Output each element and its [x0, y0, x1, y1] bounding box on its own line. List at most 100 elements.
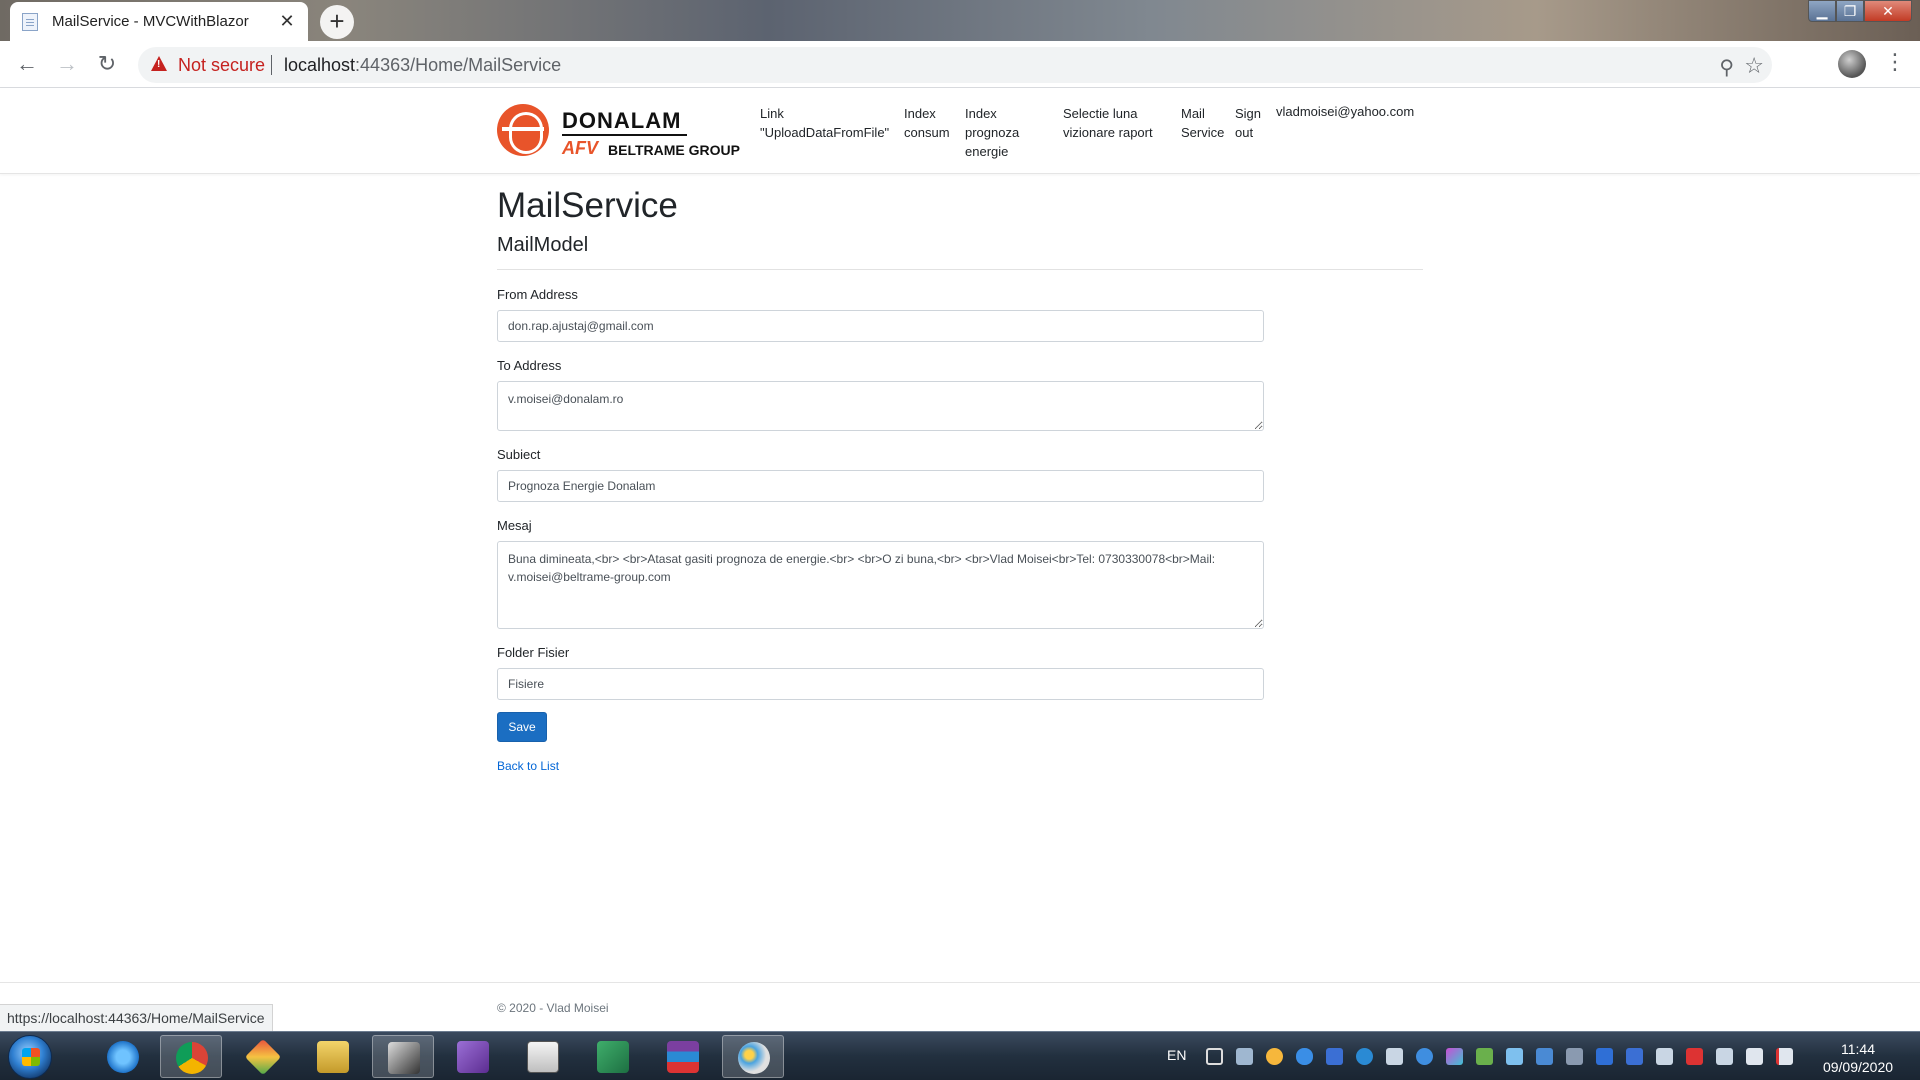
taskbar-app[interactable]	[302, 1035, 364, 1078]
clock-time: 11:44	[1841, 1041, 1875, 1057]
url-text[interactable]: localhost:44363/Home/MailService	[284, 55, 561, 76]
nav-line: Index	[965, 106, 997, 121]
browser-tab[interactable]: MailService - MVCWithBlazor ✕	[10, 2, 308, 41]
logo-group: BELTRAME GROUP	[608, 142, 740, 158]
taskbar-app[interactable]	[160, 1035, 222, 1078]
tab-title: MailService - MVCWithBlazor	[52, 13, 249, 30]
reload-icon[interactable]: ↻	[92, 49, 122, 79]
taskbar-app[interactable]	[92, 1035, 154, 1078]
nav-line: Link	[760, 106, 784, 121]
tray-icon-onedrive[interactable]	[1296, 1048, 1313, 1065]
nav-link-selectie-luna[interactable]: Selectie luna vizionare raport	[1063, 104, 1153, 142]
tray-icon-notification[interactable]	[1266, 1048, 1283, 1065]
taskbar-app[interactable]	[442, 1035, 504, 1078]
excel-icon	[597, 1041, 629, 1073]
paint-icon	[738, 1042, 770, 1074]
back-arrow-icon[interactable]: ←	[12, 49, 42, 79]
logo-underline	[562, 134, 687, 136]
window-controls: ▁ ❐ ✕	[1808, 0, 1912, 22]
tray-icon-teamviewer[interactable]	[1356, 1048, 1373, 1065]
clock-date: 09/09/2020	[1822, 1059, 1894, 1075]
page-subtitle: MailModel	[497, 234, 589, 256]
nav-line: Mail	[1181, 106, 1205, 121]
tray-icon-usb[interactable]	[1476, 1048, 1493, 1065]
folder-label: Folder Fisier	[497, 645, 570, 660]
forward-arrow-icon[interactable]: →	[52, 49, 82, 79]
user-email: vladmoisei@yahoo.com	[1276, 104, 1415, 119]
new-tab-button[interactable]: +	[320, 5, 354, 39]
from-address-label: From Address	[497, 287, 578, 302]
tray-icon-screen[interactable]	[1536, 1048, 1553, 1065]
close-tab-icon[interactable]: ✕	[278, 11, 296, 32]
tray-icon-app[interactable]	[1446, 1048, 1463, 1065]
logo-emblem-icon	[497, 104, 549, 156]
calculator-icon	[527, 1041, 559, 1073]
internet-explorer-icon	[107, 1041, 139, 1073]
nav-line: "UploadDataFromFile"	[760, 125, 890, 140]
windows-taskbar: EN 11:44 09/09/2020	[0, 1031, 1920, 1080]
tray-icon-music[interactable]	[1506, 1048, 1523, 1065]
menu-kebab-icon[interactable]: ⋮	[1884, 49, 1906, 75]
address-bar[interactable]: Not secure localhost:44363/Home/MailServ…	[138, 47, 1772, 83]
tray-icon-vs[interactable]	[1326, 1048, 1343, 1065]
nav-line: out	[1235, 125, 1254, 140]
tray-icon-ucm[interactable]	[1566, 1048, 1583, 1065]
tray-icon-windows[interactable]	[1206, 1048, 1223, 1065]
warning-icon[interactable]	[151, 56, 167, 71]
tray-icon-database[interactable]	[1236, 1048, 1253, 1065]
to-address-textarea[interactable]: v.moisei@donalam.ro	[497, 381, 1264, 431]
browser-titlebar: MailService - MVCWithBlazor ✕ + ▁ ❐ ✕	[0, 0, 1920, 41]
taskbar-clock[interactable]: 11:44 09/09/2020	[1808, 1040, 1908, 1076]
close-window-button[interactable]: ✕	[1864, 0, 1912, 22]
minimize-button[interactable]: ▁	[1808, 0, 1836, 22]
taskbar-app[interactable]	[652, 1035, 714, 1078]
taskbar-app[interactable]	[722, 1035, 784, 1078]
url-path: :44363/Home/MailService	[355, 55, 562, 75]
nav-line: Index	[904, 106, 936, 121]
browser-toolbar: ← → ↻ Not secure localhost:44363/Home/Ma…	[0, 41, 1920, 88]
taskbar-app[interactable]	[232, 1035, 294, 1078]
not-secure-label[interactable]: Not secure	[178, 55, 265, 76]
subject-label: Subiect	[497, 447, 541, 462]
bookmark-star-icon[interactable]: ☆	[1744, 53, 1764, 79]
logo-brand: DONALAM	[562, 108, 682, 133]
language-indicator[interactable]: EN	[1167, 1047, 1186, 1063]
nav-link-sign-out[interactable]: Sign out	[1235, 104, 1261, 142]
save-button[interactable]: Save	[497, 712, 547, 742]
tray-icon-alert[interactable]	[1686, 1048, 1703, 1065]
nav-link-upload[interactable]: Link "UploadDataFromFile"	[760, 104, 889, 142]
donalam-logo[interactable]: DONALAM AFV BELTRAME GROUP	[497, 104, 743, 158]
taskbar-app[interactable]	[372, 1035, 434, 1078]
tray-icon-cfg[interactable]	[1626, 1048, 1643, 1065]
nav-line: Sign	[1235, 106, 1262, 121]
site-header: DONALAM AFV BELTRAME GROUP Link "UploadD…	[0, 88, 1920, 174]
network-icon[interactable]	[1716, 1048, 1733, 1065]
taskbar-app[interactable]	[582, 1035, 644, 1078]
taskbar-app[interactable]	[512, 1035, 574, 1078]
folder-input[interactable]	[497, 668, 1264, 700]
tray-icon-lightning[interactable]	[1416, 1048, 1433, 1065]
from-address-input[interactable]	[497, 310, 1264, 342]
zoom-icon[interactable]: ⚲	[1719, 55, 1734, 80]
tray-icon-device[interactable]	[1656, 1048, 1673, 1065]
git-tool-icon	[244, 1038, 282, 1076]
inkscape-icon	[388, 1042, 420, 1074]
database-tool-icon	[317, 1041, 349, 1073]
volume-icon[interactable]	[1746, 1048, 1763, 1065]
profile-avatar[interactable]	[1838, 50, 1866, 78]
subject-input[interactable]	[497, 470, 1264, 502]
nav-link-mail-service[interactable]: Mail Service	[1181, 104, 1224, 142]
bluetooth-icon[interactable]	[1596, 1048, 1613, 1065]
page-title: MailService	[497, 186, 678, 225]
nav-link-index-consum[interactable]: Index consum	[904, 104, 950, 142]
nav-line: Selectie luna	[1063, 106, 1138, 121]
tray-icon-display[interactable]	[1386, 1048, 1403, 1065]
nav-line: consum	[904, 125, 950, 140]
back-to-list-link[interactable]: Back to List	[497, 759, 559, 773]
start-button[interactable]	[8, 1035, 52, 1079]
message-textarea[interactable]: Buna dimineata,<br> <br>Atasat gasiti pr…	[497, 541, 1264, 629]
divider	[271, 55, 272, 75]
maximize-button[interactable]: ❐	[1836, 0, 1864, 22]
flag-icon[interactable]	[1776, 1048, 1793, 1065]
nav-link-index-prognoza[interactable]: Index prognoza energie	[965, 104, 1019, 161]
